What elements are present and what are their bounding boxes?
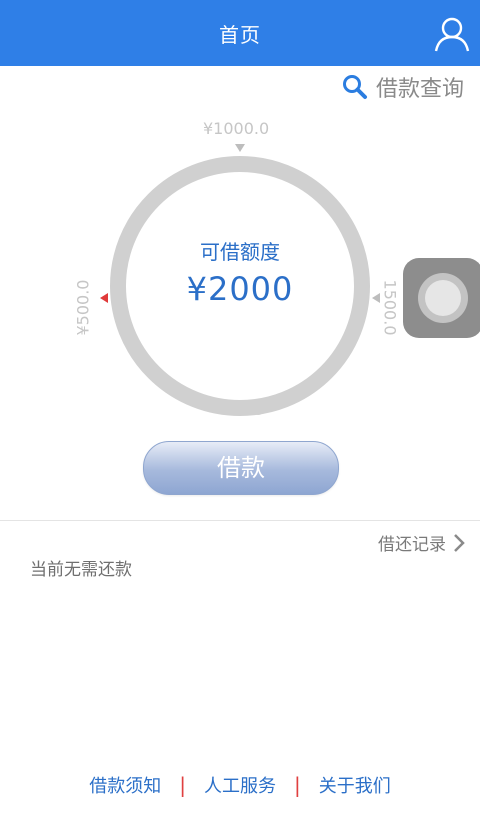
dial-handle — [251, 401, 265, 415]
top-marker-icon — [235, 144, 245, 152]
user-profile-button[interactable] — [432, 14, 472, 54]
search-icon — [342, 75, 367, 99]
loan-query-link[interactable]: 借款查询 — [342, 72, 464, 102]
about-us-link[interactable]: 关于我们 — [301, 772, 409, 798]
records-link-label: 借还记录 — [378, 535, 446, 555]
footer-links: 借款须知 | 人工服务 | 关于我们 — [0, 770, 480, 800]
top-bar: 首页 — [0, 0, 480, 66]
customer-service-link[interactable]: 人工服务 — [186, 772, 294, 798]
assistive-touch-button[interactable] — [403, 258, 480, 338]
left-marker-icon — [100, 293, 108, 303]
footer-separator: | — [294, 773, 301, 797]
loan-query-label: 借款查询 — [375, 77, 464, 102]
credit-limit-label: 可借额度 — [200, 240, 280, 264]
tick-label-right: 1500.0 — [380, 279, 400, 336]
page-title: 首页 — [219, 23, 261, 47]
tick-label-top: ¥1000.0 — [203, 119, 270, 138]
user-icon — [434, 17, 470, 52]
tick-label-left: ¥500.0 — [73, 279, 93, 336]
chevron-right-icon — [454, 533, 465, 552]
credit-limit-amount: ¥2000 — [186, 270, 294, 308]
borrow-button[interactable]: 借款 — [143, 441, 339, 495]
assistive-touch-core — [425, 280, 461, 316]
section-divider — [0, 520, 480, 521]
right-marker-icon — [372, 293, 380, 303]
footer-separator: | — [179, 773, 186, 797]
repayment-status: 当前无需还款 — [30, 560, 132, 580]
borrow-repay-records-link[interactable]: 借还记录 — [378, 530, 466, 555]
loan-notice-link[interactable]: 借款须知 — [71, 772, 179, 798]
